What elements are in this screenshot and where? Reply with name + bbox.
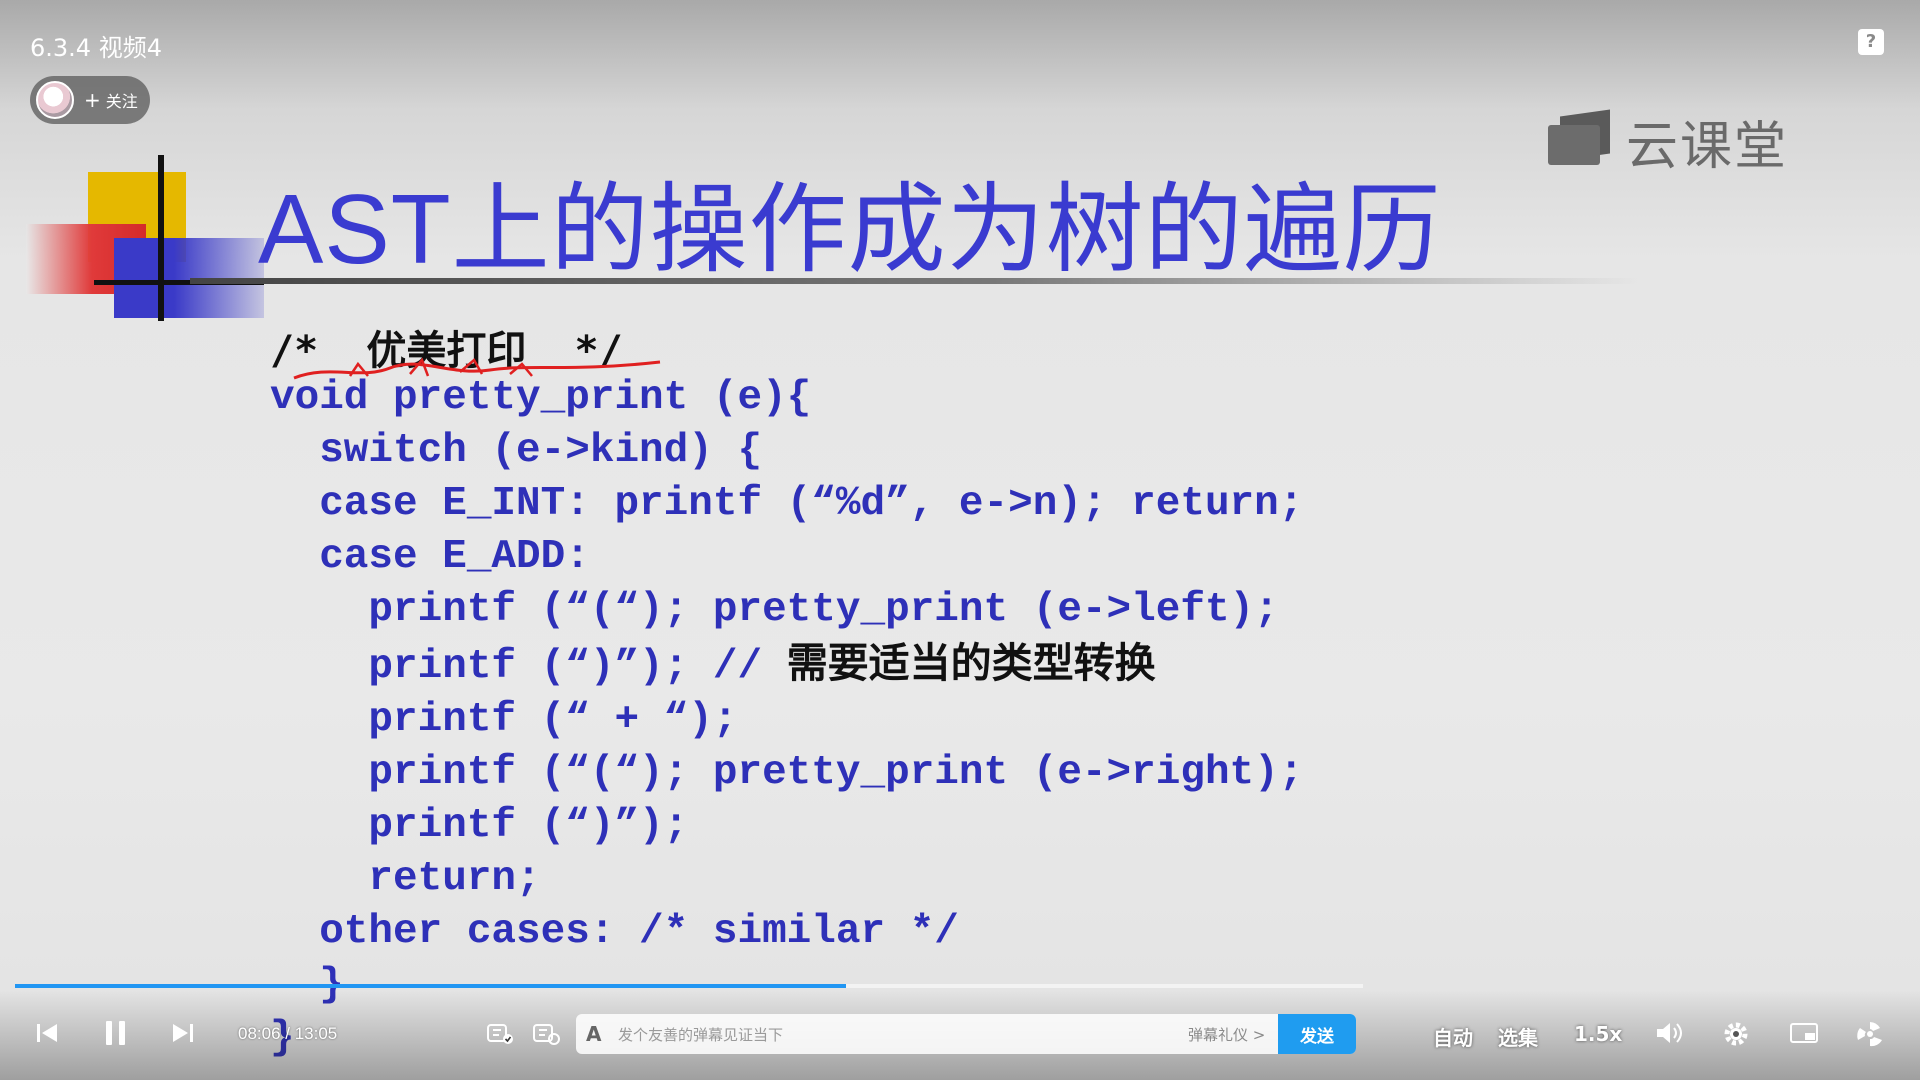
- type-cast-comment: 需要适当的类型转换: [786, 639, 1156, 687]
- uploader-avatar[interactable]: [36, 81, 74, 119]
- video-frame[interactable]: 6.3.4 视频4 + 关注 ? 云课堂 AST上的操作成为树的遍历 /* 优美…: [0, 0, 1920, 1080]
- progress-fill: [15, 984, 847, 988]
- follow-button[interactable]: + 关注: [84, 88, 138, 112]
- brand-name: 云课堂: [1626, 117, 1789, 177]
- next-icon[interactable]: [172, 1022, 194, 1044]
- pause-icon[interactable]: [104, 1020, 128, 1046]
- auto-quality-button[interactable]: 自动: [1433, 1022, 1473, 1051]
- follow-label: 关注: [105, 92, 138, 111]
- code-line: printf (“ + “);: [270, 697, 738, 743]
- danmaku-toggle-icon[interactable]: [486, 1020, 514, 1046]
- episodes-button[interactable]: 选集: [1498, 1022, 1538, 1051]
- code-line: case E_INT: printf (“%d”, e->n); return;: [270, 481, 1304, 527]
- code-line: printf (“)”); //: [270, 644, 787, 690]
- code-line: switch (e->kind) {: [270, 428, 763, 474]
- previous-icon[interactable]: [36, 1022, 58, 1044]
- video-title: 6.3.4 视频4: [30, 34, 162, 62]
- code-line: printf (“(“); pretty_print (e->right);: [270, 750, 1304, 796]
- danmaku-etiquette-link[interactable]: 弹幕礼仪 >: [1188, 1024, 1265, 1045]
- danmaku-settings-icon[interactable]: [532, 1020, 560, 1046]
- uploader-follow-pill[interactable]: + 关注: [30, 76, 150, 124]
- playback-time: 08:06 / 13:05: [238, 1024, 338, 1043]
- help-icon[interactable]: ?: [1858, 29, 1884, 55]
- picture-in-picture-icon[interactable]: [1790, 1023, 1818, 1043]
- plus-icon: +: [84, 88, 101, 112]
- settings-gear-icon[interactable]: [1722, 1020, 1750, 1048]
- slide-title: AST上的操作成为树的遍历: [258, 174, 1442, 284]
- duration: 13:05: [294, 1024, 338, 1043]
- code-line: case E_ADD:: [270, 534, 590, 580]
- slide-decoration: [22, 150, 264, 321]
- code-line: other cases: /* similar */: [270, 909, 959, 955]
- danmaku-bar: A 弹幕礼仪 > 发送: [576, 1014, 1356, 1054]
- brand-logo-icon: [1548, 108, 1610, 171]
- current-time: 08:06: [238, 1024, 281, 1043]
- code-line: printf (“)”);: [270, 803, 689, 849]
- code-line: return;: [270, 856, 541, 902]
- code-line: void pretty_print (e){: [270, 375, 812, 421]
- fullscreen-icon[interactable]: [1855, 1019, 1885, 1049]
- danmaku-style-icon[interactable]: A: [586, 1022, 601, 1046]
- danmaku-input[interactable]: [616, 1022, 1140, 1048]
- brand-watermark: 云课堂: [1548, 104, 1788, 179]
- volume-icon[interactable]: [1655, 1020, 1683, 1046]
- code-block: void pretty_print (e){ switch (e->kind) …: [270, 372, 1303, 1065]
- send-button[interactable]: 发送: [1278, 1014, 1356, 1054]
- speed-button[interactable]: 1.5x: [1574, 1022, 1622, 1046]
- code-line: printf (“(“); pretty_print (e->left);: [270, 587, 1279, 633]
